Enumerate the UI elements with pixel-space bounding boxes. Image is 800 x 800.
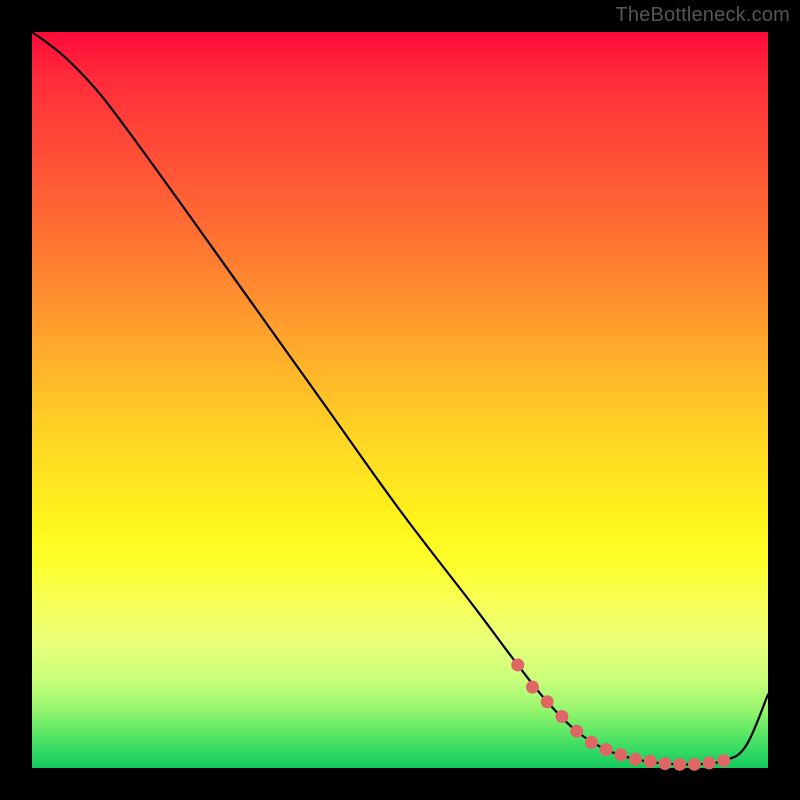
curve-marker xyxy=(614,748,627,761)
marker-group xyxy=(511,658,730,770)
curve-marker xyxy=(658,757,671,770)
curve-marker xyxy=(555,710,568,723)
curve-marker xyxy=(688,758,701,771)
curve-marker xyxy=(717,754,730,767)
watermark-text: TheBottleneck.com xyxy=(615,4,790,27)
curve-marker xyxy=(629,753,642,766)
curve-marker xyxy=(600,743,613,756)
curve-marker xyxy=(673,758,686,771)
plot-area xyxy=(32,32,768,768)
bottleneck-curve-path xyxy=(32,32,768,765)
curve-marker xyxy=(703,756,716,769)
curve-marker xyxy=(511,658,524,671)
curve-marker xyxy=(526,681,539,694)
curve-marker xyxy=(570,725,583,738)
curve-marker xyxy=(644,755,657,768)
curve-svg xyxy=(32,32,768,768)
chart-frame: TheBottleneck.com xyxy=(0,0,800,800)
curve-marker xyxy=(585,736,598,749)
curve-marker xyxy=(541,695,554,708)
